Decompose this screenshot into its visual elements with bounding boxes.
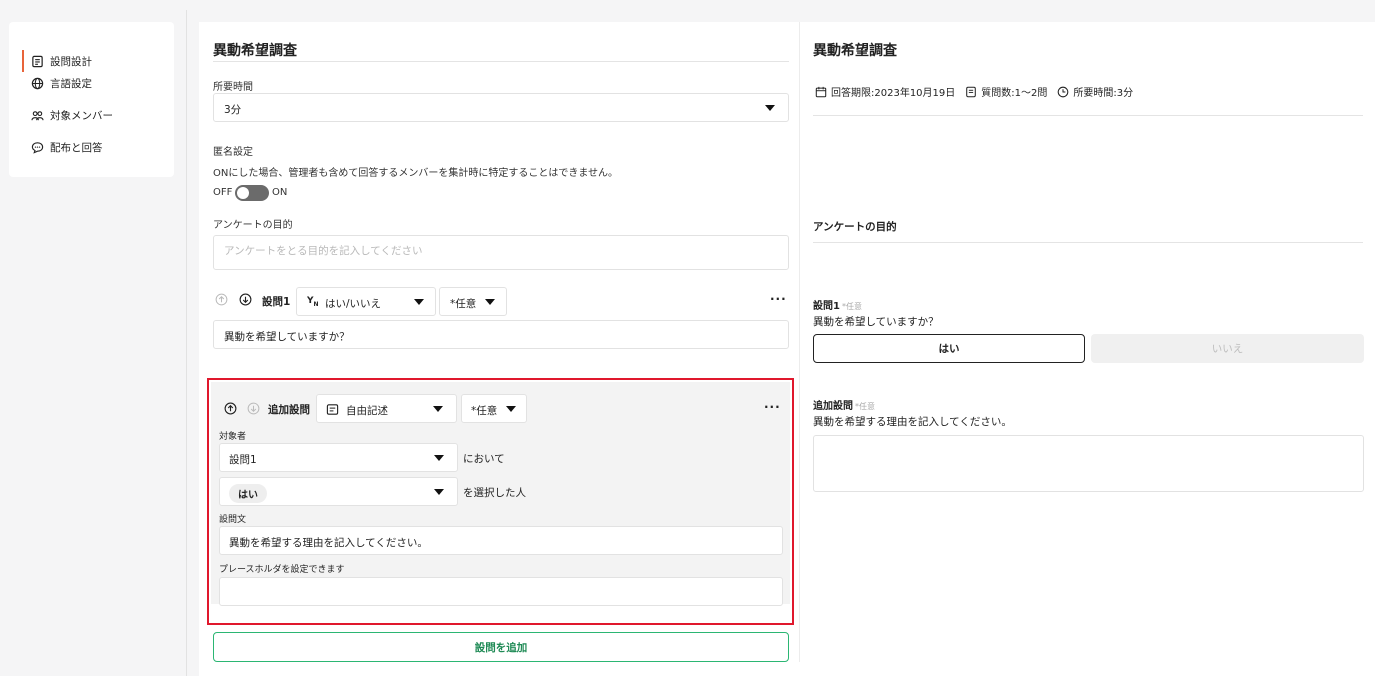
answer-suffix: を選択した人 [463,487,526,499]
q1-label: 設問1 [262,296,291,308]
target-label: 対象者 [219,432,247,442]
preview-followup-heading: 追加設問 *任意 [813,397,875,412]
deadline-text: 回答期限:2023年10月19日 [831,88,956,99]
preview-meta: 回答期限:2023年10月19日 質問数:1〜2問 所要時間:3分 [815,84,1133,99]
sidebar-item-question-design[interactable]: 設問設計 [22,50,92,72]
preview-divider [813,115,1363,116]
panel-divider [799,22,800,662]
purpose-divider [813,242,1363,243]
duration-text: 所要時間:3分 [1073,88,1134,99]
clock-icon [1058,86,1069,97]
sidebar-item-label: 対象メンバー [50,109,113,122]
q1-required-value: *任意 [450,298,477,310]
followup-required-value: *任意 [471,405,498,417]
toggle-knob [237,187,249,199]
preview-q1-required: *任意 [841,302,862,311]
sidebar-item-language[interactable]: 言語設定 [23,72,92,94]
q1-type-select[interactable]: YN はい/いいえ [296,287,436,316]
target-suffix: において [463,453,505,465]
preview-followup-label: 追加設問 [813,401,853,412]
preview-followup-required: *任意 [855,402,875,411]
chevron-down-icon [434,455,444,461]
globe-icon [31,77,44,90]
more-icon[interactable]: ··· [770,292,787,306]
target-question-value: 設問1 [229,454,257,466]
sidebar-item-members[interactable]: 対象メンバー [23,104,113,126]
preview-q1-heading: 設問1 *任意 [813,297,862,312]
calendar-icon [815,86,827,97]
preview-title: 異動希望調査 [813,43,897,59]
followup-type-value: 自由記述 [346,405,388,417]
preview-q1-text: 異動を希望していますか？ [813,316,939,328]
answer-chip: はい [229,484,267,503]
duration-label: 所要時間 [213,82,253,93]
arrow-down-icon[interactable] [239,293,252,306]
sidebar-divider [186,10,187,676]
q1-text-value: 異動を希望していますか？ [224,331,350,343]
chevron-down-icon [506,406,516,412]
arrow-down-icon[interactable] [247,402,260,415]
duration-select[interactable]: 3分 [213,93,789,122]
placeholder-input[interactable] [219,577,783,606]
preview-yes-button[interactable]: はい [813,334,1085,363]
purpose-placeholder: アンケートをとる目的を記入してください [224,245,423,257]
add-question-button[interactable]: 設問を追加 [213,632,789,662]
question-text-label: 設問文 [219,515,247,525]
placeholder-label: プレースホルダを設定できます [219,565,345,575]
target-answer-pill: はい [229,484,267,503]
chevron-down-icon [485,299,495,305]
preview-purpose-label: アンケートの目的 [813,221,897,233]
target-answer-select[interactable]: はい [219,477,458,506]
followup-required-select[interactable]: *任意 [461,394,527,423]
preview-q1-label: 設問1 [813,301,840,312]
sidebar: 設問設計 言語設定 対象メンバー 配布と回答 [9,22,174,177]
people-icon [31,109,44,122]
followup-text-input[interactable]: 異動を希望する理由を記入してください。 [219,526,783,555]
duration-value: 3分 [224,104,242,116]
document-icon [966,86,977,97]
arrow-up-icon[interactable] [215,293,228,306]
arrow-up-icon[interactable] [224,402,237,415]
yes-no-icon: YN [307,296,319,308]
preview-followup-text: 異動を希望する理由を記入してください。 [813,416,1012,428]
toggle-on-label: ON [272,187,288,198]
followup-type-select[interactable]: 自由記述 [316,394,457,423]
purpose-input[interactable]: アンケートをとる目的を記入してください [213,235,789,270]
title-divider [213,61,789,62]
q1-required-select[interactable]: *任意 [439,287,507,316]
anon-label: 匿名設定 [213,147,253,158]
q1-text-input[interactable]: 異動を希望していますか？ [213,320,789,349]
purpose-label: アンケートの目的 [213,220,293,231]
sidebar-item-label: 設問設計 [50,55,92,68]
document-icon [31,55,44,68]
anon-description: ONにした場合、管理者も含めて回答するメンバーを集計時に特定することはできません… [213,168,619,179]
chevron-down-icon [414,299,424,305]
chevron-down-icon [434,489,444,495]
text-icon [326,403,339,416]
chevron-down-icon [765,105,775,111]
chevron-down-icon [433,406,443,412]
toggle-off-label: OFF [213,187,233,198]
form-title: 異動希望調査 [213,43,297,59]
sidebar-item-distribution[interactable]: 配布と回答 [23,136,103,158]
q1-type-value: はい/いいえ [325,298,382,310]
sidebar-item-label: 配布と回答 [50,141,103,154]
anon-toggle[interactable] [235,185,269,201]
more-icon[interactable]: ··· [764,400,781,414]
sidebar-item-label: 言語設定 [50,77,92,90]
target-question-select[interactable]: 設問1 [219,443,458,472]
chat-icon [31,141,44,154]
followup-text-value: 異動を希望する理由を記入してください。 [229,537,428,549]
followup-label: 追加設問 [268,404,310,416]
preview-no-button[interactable]: いいえ [1091,334,1364,363]
preview-followup-textarea[interactable] [813,435,1364,492]
question-count-text: 質問数:1〜2問 [981,88,1048,99]
